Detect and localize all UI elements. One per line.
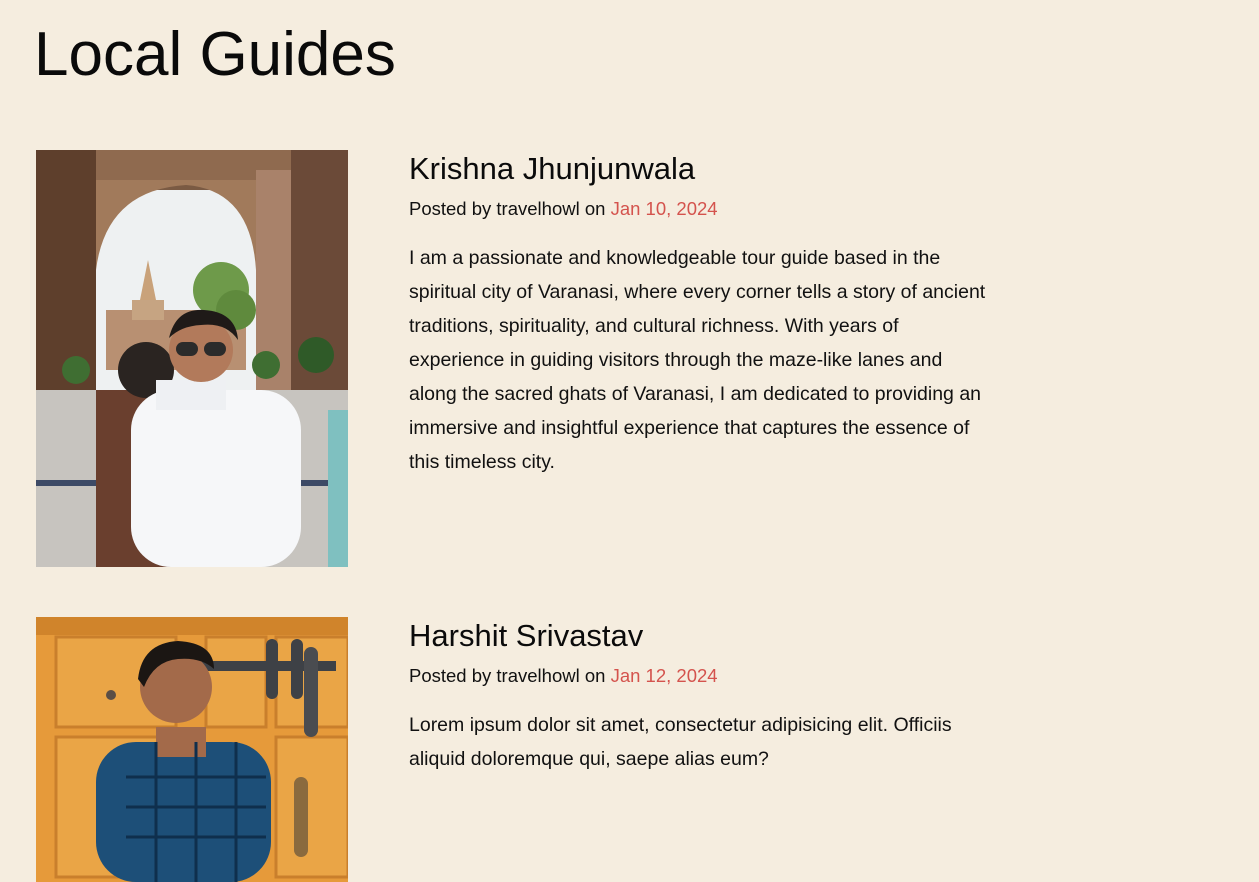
on-label: on bbox=[584, 665, 606, 686]
posted-by-label: Posted by bbox=[409, 198, 492, 219]
guide-name[interactable]: Krishna Jhunjunwala bbox=[409, 150, 989, 188]
page-title: Local Guides bbox=[34, 20, 396, 89]
guide-bio: Lorem ipsum dolor sit amet, consectetur … bbox=[409, 714, 952, 770]
post-meta: Posted by travelhowl on Jan 10, 2024 bbox=[409, 197, 989, 221]
post-date[interactable]: Jan 10, 2024 bbox=[611, 198, 718, 219]
author-name: travelhowl bbox=[496, 198, 580, 219]
guide-bio: I am a passionate and knowledgeable tour… bbox=[409, 247, 986, 473]
guide-photo bbox=[36, 150, 348, 567]
posted-by-label: Posted by bbox=[409, 665, 492, 686]
guide-name[interactable]: Harshit Srivastav bbox=[409, 617, 989, 655]
post-meta: Posted by travelhowl on Jan 12, 2024 bbox=[409, 664, 989, 688]
on-label: on bbox=[584, 198, 606, 219]
guide-content: Krishna Jhunjunwala Posted by travelhowl… bbox=[409, 150, 989, 479]
guide-content: Harshit Srivastav Posted by travelhowl o… bbox=[409, 617, 989, 776]
guide-photo bbox=[36, 617, 348, 882]
author-name: travelhowl bbox=[496, 665, 580, 686]
post-date[interactable]: Jan 12, 2024 bbox=[611, 665, 718, 686]
